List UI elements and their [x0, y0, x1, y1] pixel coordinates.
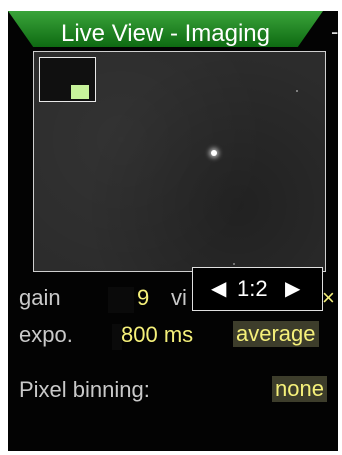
- zoom-level: 1:2: [237, 276, 268, 301]
- close-icon[interactable]: ×: [322, 286, 335, 310]
- live-preview-image[interactable]: [33, 51, 326, 272]
- screen-title: Live View - Imaging: [61, 20, 270, 47]
- star-faint: [233, 263, 235, 265]
- zoom-minimap: [39, 57, 96, 102]
- binning-value-button[interactable]: none: [272, 376, 327, 402]
- left-arrow-icon[interactable]: ◀: [211, 278, 226, 300]
- star-bright: [211, 150, 217, 156]
- zoom-control[interactable]: ◀ 1:2 ▶: [192, 267, 323, 311]
- gain-value[interactable]: 9: [137, 286, 149, 310]
- view-label: vi: [171, 285, 187, 310]
- star-faint: [296, 90, 298, 92]
- exposure-label: expo.: [19, 322, 73, 347]
- minimap-viewport: [71, 85, 89, 99]
- exposure-mode-button[interactable]: average: [233, 321, 319, 347]
- title-trailing-dash: -: [331, 19, 338, 44]
- camera-screen: Live View - Imaging - ◀ 1:2 ▶ gain 9 vi …: [8, 11, 338, 451]
- exposure-value[interactable]: 800 ms: [121, 323, 193, 347]
- background-patch: [108, 287, 134, 313]
- gain-label: gain: [19, 285, 61, 310]
- right-arrow-icon[interactable]: ▶: [285, 278, 300, 300]
- binning-label: Pixel binning:: [19, 377, 150, 402]
